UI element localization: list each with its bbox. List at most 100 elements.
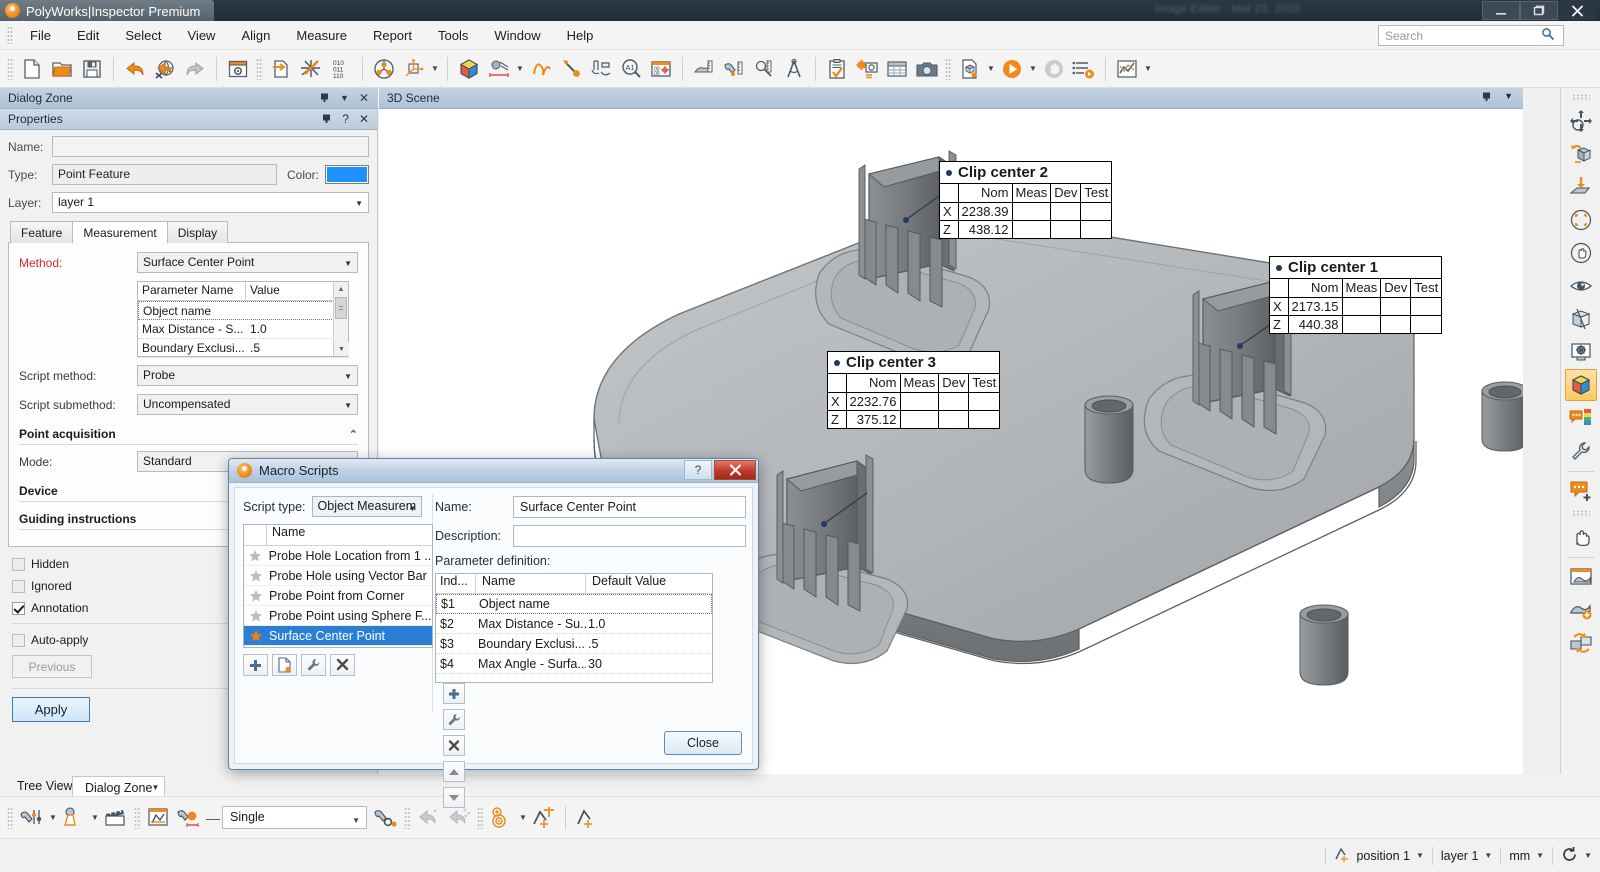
tab-display[interactable]: Display	[167, 221, 228, 243]
swap-scene-icon[interactable]	[1565, 627, 1597, 659]
favorite-star-icon[interactable]	[244, 589, 267, 603]
callout-clip-center-3[interactable]: Clip center 3 Nom Meas Dev Test X 2232.7…	[827, 351, 1000, 429]
coordinate-system-icon[interactable]	[399, 54, 429, 84]
callout-clip-center-2[interactable]: Clip center 2 Nom Meas Dev Test X 2238.3…	[939, 161, 1112, 239]
display-options-icon[interactable]	[1565, 336, 1597, 368]
tab-feature[interactable]: Feature	[10, 221, 73, 243]
import-icon[interactable]	[266, 54, 296, 84]
units-caret-icon[interactable]: ▼	[1536, 851, 1544, 860]
annotation-color-icon[interactable]	[1565, 402, 1597, 434]
caliper-icon[interactable]	[586, 54, 616, 84]
select-region-icon[interactable]	[1565, 204, 1597, 236]
scroll-thumb[interactable]	[335, 297, 347, 319]
script-method-select[interactable]: Probe	[137, 365, 358, 386]
project-settings-icon[interactable]	[223, 54, 253, 84]
probe-gauge-icon[interactable]	[719, 54, 749, 84]
tools-wrench-icon[interactable]	[1565, 435, 1597, 467]
probe-config-icon[interactable]	[371, 803, 401, 833]
edit-script-icon[interactable]	[301, 654, 326, 676]
move-down-icon[interactable]	[443, 787, 465, 808]
list-item[interactable]: Probe Point using Sphere F...	[244, 606, 432, 626]
add-script-icon[interactable]	[243, 654, 268, 676]
compass-icon[interactable]	[779, 54, 809, 84]
probe-point-icon[interactable]	[174, 803, 204, 833]
list-item[interactable]: Probe Hole using Vector Bar	[244, 566, 432, 586]
status-refresh[interactable]: ▼	[1553, 844, 1600, 868]
probe-settings-icon[interactable]	[17, 803, 47, 833]
macro-scripts-dialog[interactable]: Macro Scripts ? Script type: Object Meas…	[228, 458, 759, 770]
status-position[interactable]: position 1 ▼	[1326, 844, 1431, 868]
search-icon[interactable]	[1539, 27, 1557, 44]
clapper-icon[interactable]	[101, 803, 131, 833]
table-row[interactable]: $1 Object name	[436, 594, 712, 614]
delete-param-icon[interactable]	[443, 735, 465, 756]
point-acquisition-section[interactable]: Point acquisition ⌃	[19, 423, 358, 445]
alignment-icon[interactable]	[296, 54, 326, 84]
tab-dialog-zone[interactable]: Dialog Zone	[72, 776, 165, 796]
export-3d-icon[interactable]	[955, 54, 985, 84]
ignored-checkbox-box[interactable]	[12, 580, 25, 593]
annotation-checkbox-box[interactable]	[12, 602, 25, 615]
favorite-star-icon[interactable]	[244, 549, 267, 563]
vector-icon[interactable]	[556, 54, 586, 84]
chevron-down-icon[interactable]: ▼	[340, 92, 349, 104]
menu-tools[interactable]: Tools	[425, 24, 481, 47]
measure-dropdown-caret[interactable]: ▼	[514, 54, 526, 84]
layer-caret-icon[interactable]: ▼	[1484, 851, 1492, 860]
list-item[interactable]: Surface Center Point	[244, 626, 432, 646]
bottom-grip-1[interactable]	[7, 807, 14, 829]
pick-object-icon[interactable]	[1565, 237, 1597, 269]
scene-chevron-down-icon[interactable]: ▼	[1504, 91, 1513, 105]
color-swatch[interactable]	[325, 165, 369, 184]
status-units[interactable]: mm ▼	[1501, 844, 1552, 868]
render-cube-icon[interactable]	[1565, 369, 1597, 401]
scanner-icon[interactable]	[59, 803, 89, 833]
toolbar-grip-3[interactable]	[945, 58, 952, 80]
undo-all-icon[interactable]	[150, 54, 180, 84]
play-dropdown-caret[interactable]: ▼	[1027, 54, 1039, 84]
delete-script-icon[interactable]	[330, 654, 355, 676]
measure-distance-icon[interactable]	[484, 54, 514, 84]
maximize-button[interactable]	[1520, 1, 1558, 20]
digital-data-icon[interactable]: 010011110	[326, 54, 356, 84]
refresh-caret-icon[interactable]: ▼	[1584, 851, 1592, 860]
menu-help[interactable]: Help	[554, 24, 607, 47]
refresh-icon[interactable]	[1561, 846, 1578, 866]
coordinate-dropdown-caret[interactable]: ▼	[429, 54, 441, 84]
properties-help-icon[interactable]: ?	[342, 113, 349, 125]
script-type-select[interactable]: Object Measurem	[312, 496, 422, 517]
probe-settings-caret[interactable]: ▼	[47, 803, 59, 833]
zoom-pan-icon[interactable]	[1565, 105, 1597, 137]
table-row[interactable]: $4 Max Angle - Surfa... 30	[436, 654, 712, 674]
search-box[interactable]	[1378, 25, 1564, 46]
menu-grip[interactable]	[6, 26, 13, 44]
macro-help-button[interactable]: ?	[684, 460, 712, 480]
add-annotation-icon[interactable]	[1565, 475, 1597, 507]
pin-icon[interactable]	[319, 92, 330, 105]
script-list[interactable]: Name Probe Hole Location from 1 ... Prob…	[243, 524, 433, 648]
script-submethod-select[interactable]: Uncompensated	[137, 394, 358, 415]
freeform-icon[interactable]	[526, 54, 556, 84]
scanner-caret[interactable]: ▼	[89, 803, 101, 833]
position-caret-icon[interactable]: ▼	[1416, 851, 1424, 860]
collapse-chevron-icon[interactable]: ⌃	[349, 428, 358, 441]
auto-apply-checkbox-box[interactable]	[12, 634, 25, 647]
open-folder-icon[interactable]	[47, 54, 77, 84]
chart-icon[interactable]	[1112, 54, 1142, 84]
scene-pin-icon[interactable]	[1481, 91, 1492, 105]
menu-select[interactable]: Select	[112, 24, 174, 47]
redo-icon[interactable]	[180, 54, 210, 84]
table-row[interactable]: $3 Boundary Exclusi... .5	[436, 634, 712, 654]
comparison-point-icon[interactable]: 0000	[646, 54, 676, 84]
color-map-icon[interactable]	[454, 54, 484, 84]
save-icon[interactable]	[77, 54, 107, 84]
close-icon[interactable]: ✕	[359, 92, 369, 104]
favorite-star-icon[interactable]	[244, 609, 267, 623]
toolbar-grip-2[interactable]	[256, 58, 263, 80]
layer-select[interactable]: layer 1	[52, 192, 369, 213]
menu-measure[interactable]: Measure	[283, 24, 360, 47]
list-item[interactable]: Probe Hole Location from 1 ...	[244, 546, 432, 566]
table-row[interactable]: Max Distance - S... 1.0	[138, 320, 348, 339]
table-row[interactable]: Boundary Exclusi... .5	[138, 339, 348, 358]
table-row[interactable]: $2 Max Distance - Su... 1.0	[436, 614, 712, 634]
